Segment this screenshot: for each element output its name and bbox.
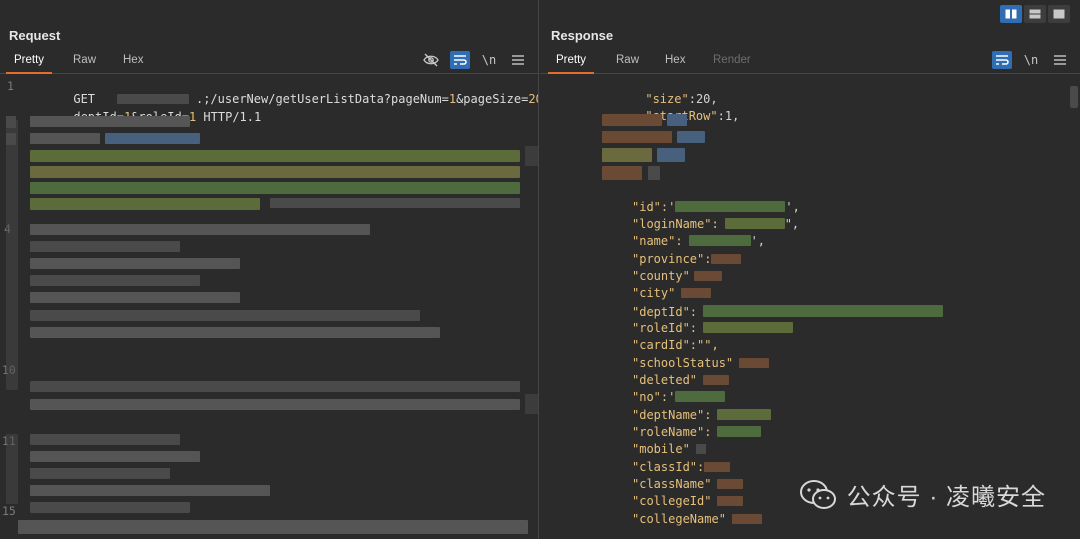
response-tab-hex[interactable]: Hex bbox=[665, 54, 685, 66]
response-editor[interactable]: "size":20, "startRow":1, "id":'', "login… bbox=[540, 76, 1080, 539]
eye-off-icon[interactable] bbox=[421, 51, 441, 69]
response-tab-pretty[interactable]: Pretty bbox=[547, 54, 595, 74]
json-key: "deleted" bbox=[632, 373, 698, 387]
json-key: "collegeId" bbox=[632, 494, 712, 508]
json-key: "mobile" bbox=[632, 442, 690, 456]
json-key: "no":' bbox=[632, 390, 676, 404]
json-key: "deptId": bbox=[632, 305, 698, 319]
splitter-handle[interactable] bbox=[525, 146, 538, 166]
response-title: Response bbox=[551, 28, 614, 43]
param-value: 20 bbox=[528, 92, 538, 106]
menu-icon[interactable] bbox=[1050, 51, 1070, 69]
json-key: "schoolStatus" bbox=[632, 356, 734, 370]
http-protocol: HTTP/1.1 bbox=[196, 110, 262, 124]
split-vertical-icon[interactable] bbox=[1024, 5, 1046, 23]
splitter-handle[interactable] bbox=[525, 394, 538, 414]
json-key: "roleId": bbox=[632, 321, 698, 335]
single-pane-icon[interactable] bbox=[1048, 5, 1070, 23]
wrap-icon[interactable] bbox=[992, 51, 1012, 69]
json-key: "className" bbox=[632, 477, 712, 491]
response-scrollbar[interactable] bbox=[1070, 86, 1078, 108]
request-pane: Request Pretty Raw Hex \n 1 4 10 11 15 G… bbox=[0, 0, 539, 539]
json-key: "collegeName" bbox=[632, 512, 726, 526]
response-tab-raw[interactable]: Raw bbox=[616, 54, 639, 66]
json-key: "province": bbox=[632, 252, 712, 266]
split-horizontal-icon[interactable] bbox=[1000, 5, 1022, 23]
line-number: 15 bbox=[2, 504, 16, 518]
json-key: "cardId":"", bbox=[632, 338, 719, 352]
json-key: "deptName": bbox=[632, 408, 712, 422]
response-tab-render: Render bbox=[713, 54, 751, 66]
json-key: "id":' bbox=[632, 200, 676, 214]
param-value: 1 bbox=[448, 92, 457, 106]
newline-icon[interactable]: \n bbox=[1021, 51, 1041, 69]
request-tab-pretty[interactable]: Pretty bbox=[5, 54, 53, 74]
json-key: "county" bbox=[632, 269, 690, 283]
wechat-icon bbox=[799, 479, 837, 511]
newline-icon[interactable]: \n bbox=[479, 51, 499, 69]
menu-icon[interactable] bbox=[508, 51, 528, 69]
json-key: "classId": bbox=[632, 460, 705, 474]
request-editor[interactable]: 1 4 10 11 15 GET .;/userNew/getUserListD… bbox=[0, 76, 538, 539]
wrap-icon[interactable] bbox=[450, 51, 470, 69]
watermark-text: 公众号 · 凌曦安全 bbox=[846, 484, 1046, 511]
response-pane: Response Pretty Raw Hex Render \n "size"… bbox=[540, 0, 1080, 539]
json-key: "loginName": bbox=[632, 217, 719, 231]
line-number: 1 bbox=[7, 79, 14, 93]
layout-switcher bbox=[1000, 5, 1070, 23]
request-tab-raw[interactable]: Raw bbox=[73, 54, 96, 66]
watermark: 公众号 · 凌曦安全 bbox=[799, 477, 1046, 512]
json-key: "roleName": bbox=[632, 425, 712, 439]
json-key: "city" bbox=[632, 286, 676, 300]
json-key: "name": bbox=[632, 234, 683, 248]
request-title: Request bbox=[9, 28, 61, 43]
request-tab-hex[interactable]: Hex bbox=[123, 54, 143, 66]
param-name: &pageSize= bbox=[456, 92, 529, 106]
